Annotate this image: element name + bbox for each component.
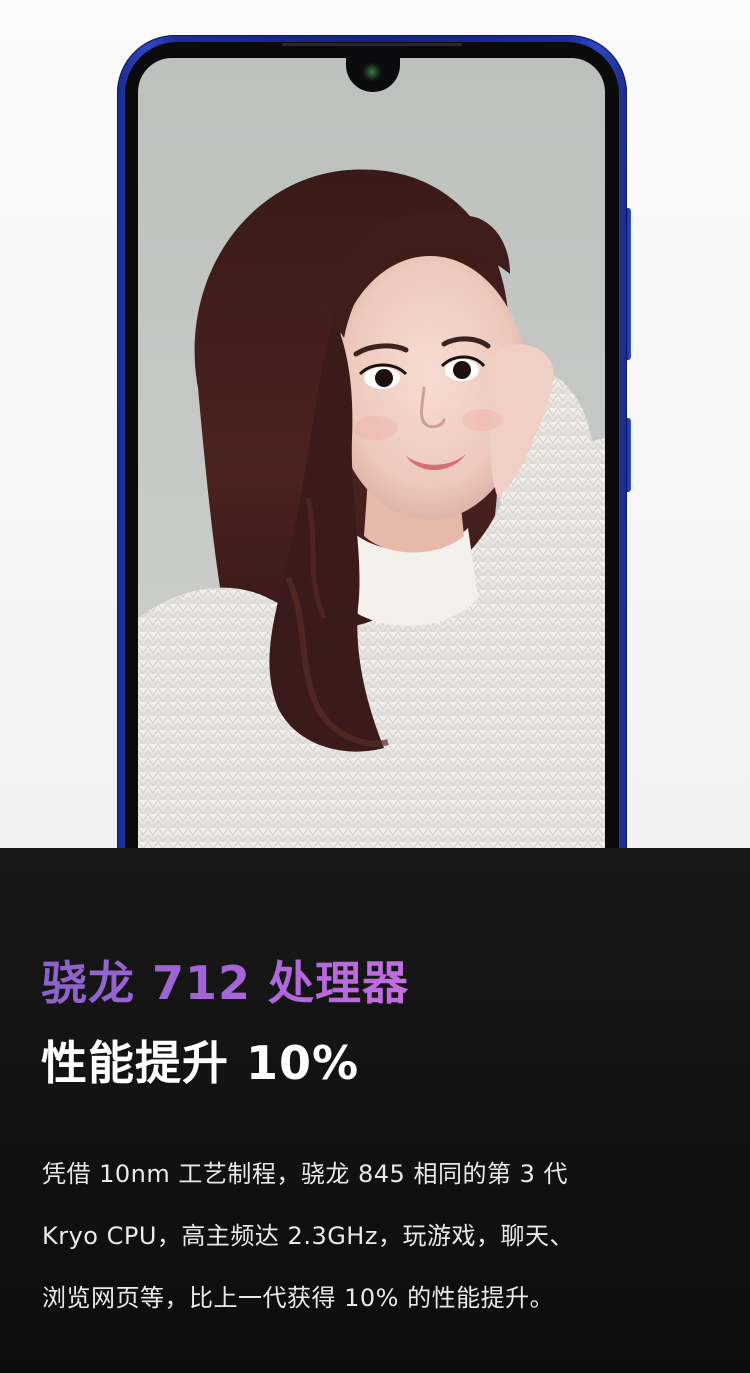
- description-line: 浏览网页等，比上一代获得 10% 的性能提升。: [42, 1284, 555, 1312]
- earpiece-grille: [282, 43, 462, 46]
- phone-showcase: [0, 0, 750, 848]
- performance-headline: 性能提升 10%: [41, 1036, 360, 1090]
- description-line: Kryo CPU，高主频达 2.3GHz，玩游戏，聊天、: [42, 1222, 574, 1250]
- feature-description: 凭借 10nm 工艺制程，骁龙 845 相同的第 3 代 Kryo CPU，高主…: [42, 1148, 722, 1334]
- description-line: 凭借 10nm 工艺制程，骁龙 845 相同的第 3 代: [42, 1160, 568, 1188]
- processor-headline: 骁龙 712 处理器: [41, 947, 409, 1019]
- front-camera-icon: [362, 62, 382, 82]
- selfie-photo: [138, 169, 605, 848]
- phone-screen: [138, 58, 605, 848]
